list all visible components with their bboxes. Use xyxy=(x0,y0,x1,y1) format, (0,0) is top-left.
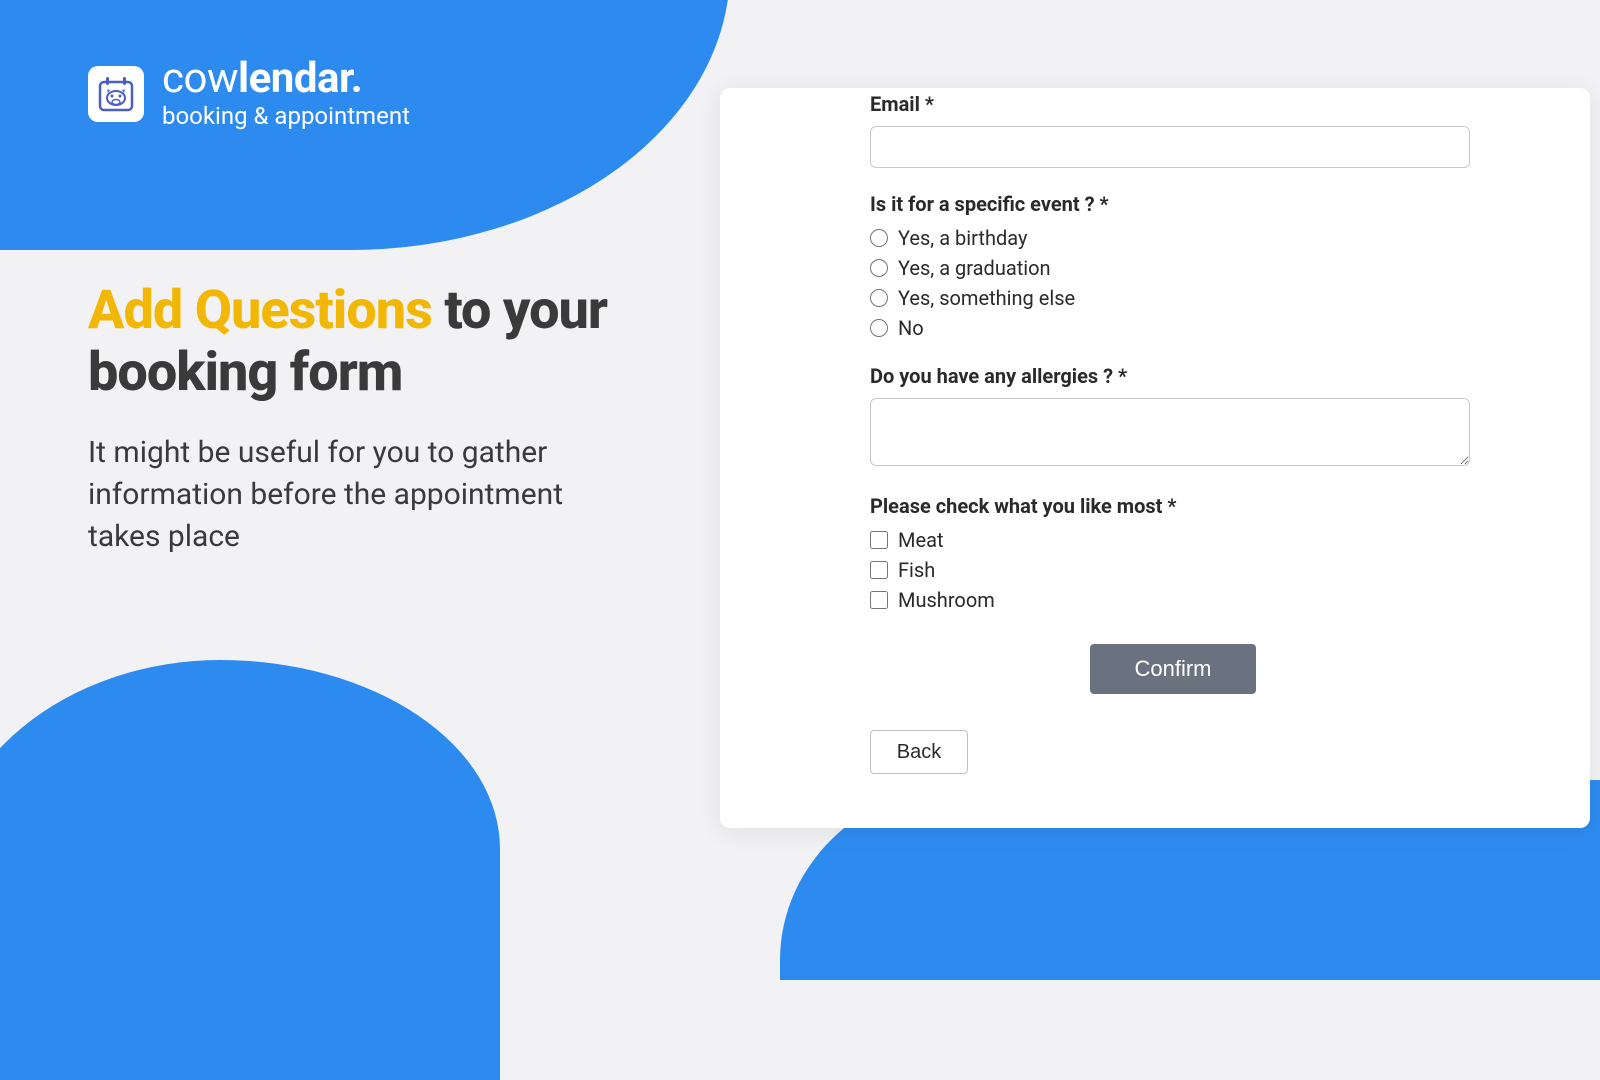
event-option-no[interactable]: No xyxy=(870,316,1480,340)
checkbox-mushroom[interactable] xyxy=(870,591,888,609)
event-field-group: Is it for a specific event ? * Yes, a bi… xyxy=(870,192,1480,340)
back-button[interactable]: Back xyxy=(870,730,968,774)
radio-something-else[interactable] xyxy=(870,289,888,307)
background-blob-bottom-left xyxy=(0,660,500,1080)
checkbox-meat[interactable] xyxy=(870,531,888,549)
allergies-label: Do you have any allergies ? * xyxy=(870,364,1480,388)
hero-copy: Add Questions to your booking form It mi… xyxy=(88,280,628,558)
brand-name: cowlendar. xyxy=(162,58,410,100)
cow-calendar-icon xyxy=(88,66,144,122)
radio-no[interactable] xyxy=(870,319,888,337)
allergies-input[interactable] xyxy=(870,398,1470,466)
event-option-birthday[interactable]: Yes, a birthday xyxy=(870,226,1480,250)
radio-graduation[interactable] xyxy=(870,259,888,277)
booking-form-card: Email * Is it for a specific event ? * Y… xyxy=(720,88,1590,828)
email-field-group: Email * xyxy=(870,92,1480,168)
likes-option-fish[interactable]: Fish xyxy=(870,558,1480,582)
hero-title: Add Questions to your booking form xyxy=(88,280,628,404)
allergies-field-group: Do you have any allergies ? * xyxy=(870,364,1480,470)
likes-option-meat[interactable]: Meat xyxy=(870,528,1480,552)
hero-subtitle: It might be useful for you to gather inf… xyxy=(88,432,628,558)
email-label: Email * xyxy=(870,92,1480,116)
brand-logo: cowlendar. booking & appointment xyxy=(88,58,410,130)
radio-birthday[interactable] xyxy=(870,229,888,247)
brand-tagline: booking & appointment xyxy=(162,102,410,130)
event-option-something-else[interactable]: Yes, something else xyxy=(870,286,1480,310)
likes-field-group: Please check what you like most * Meat F… xyxy=(870,494,1480,612)
event-label: Is it for a specific event ? * xyxy=(870,192,1480,216)
checkbox-fish[interactable] xyxy=(870,561,888,579)
event-option-graduation[interactable]: Yes, a graduation xyxy=(870,256,1480,280)
confirm-button[interactable]: Confirm xyxy=(1090,644,1256,694)
email-input[interactable] xyxy=(870,126,1470,168)
likes-option-mushroom[interactable]: Mushroom xyxy=(870,588,1480,612)
likes-label: Please check what you like most * xyxy=(870,494,1480,518)
